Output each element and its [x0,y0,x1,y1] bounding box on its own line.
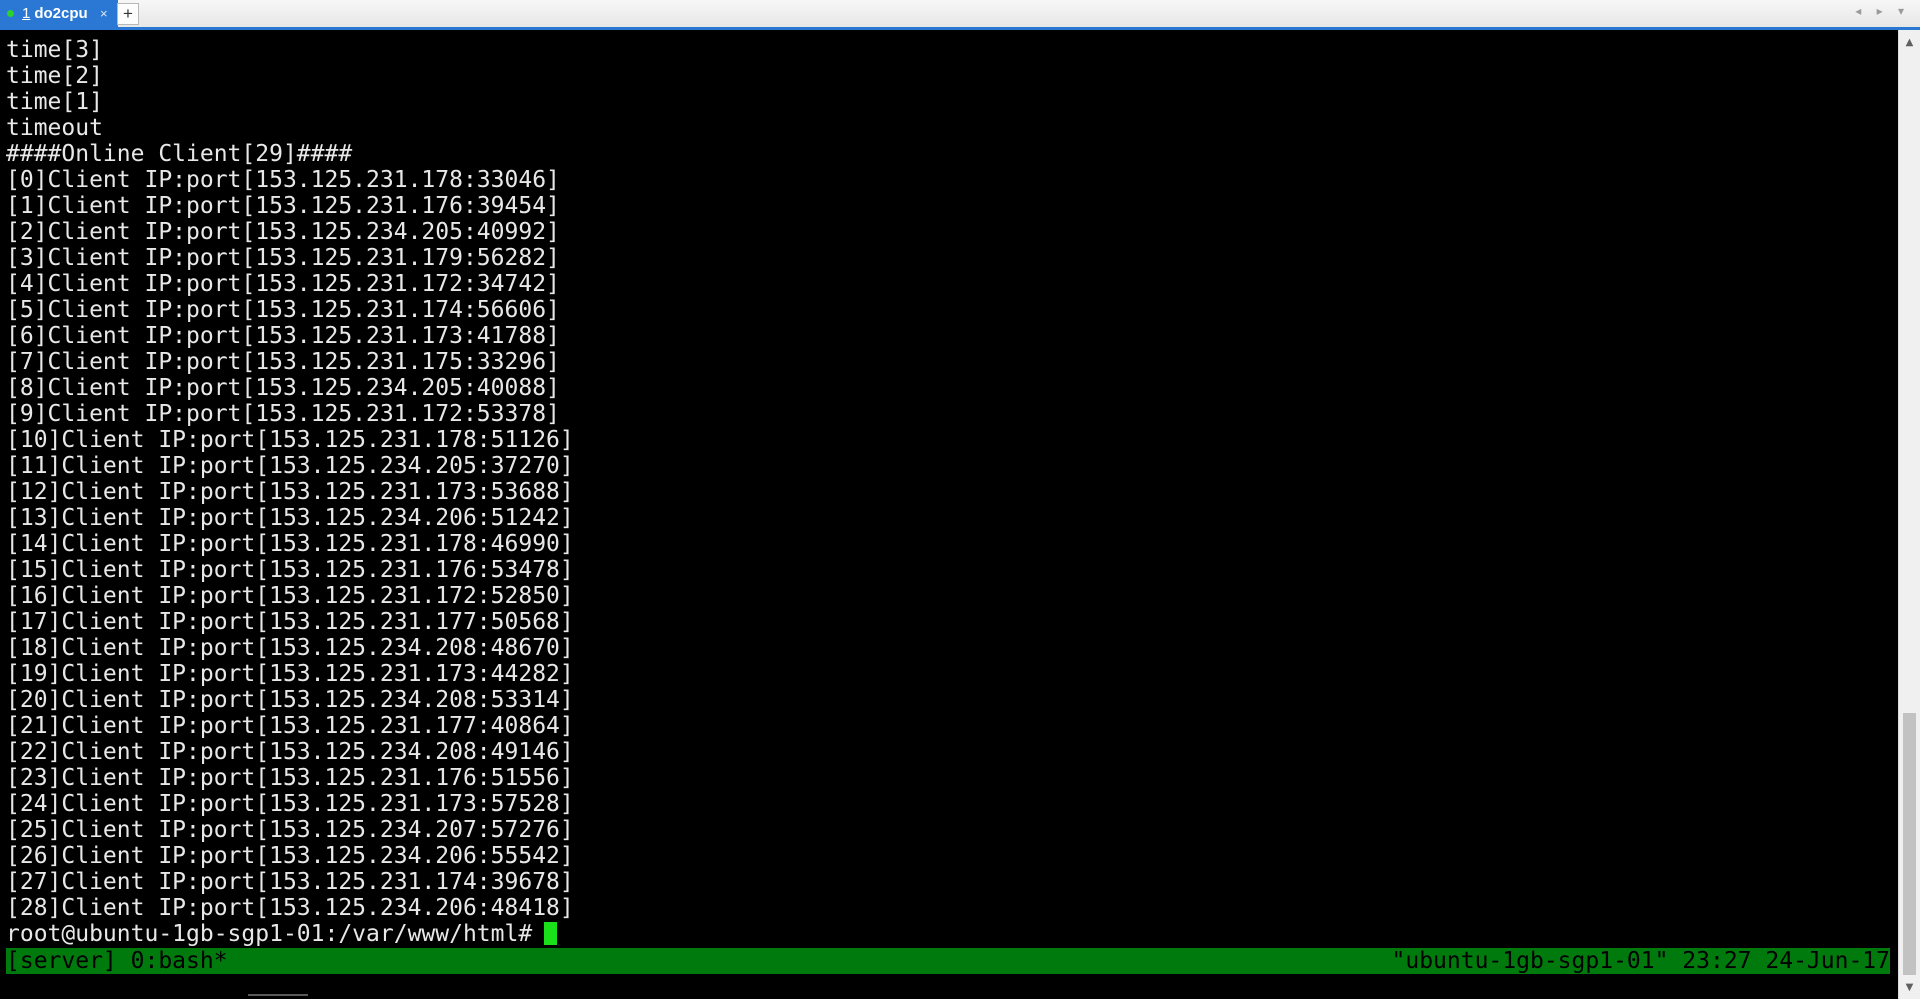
terminal-line: time[3] [6,37,103,63]
terminal-line: [17]Client IP:port[153.125.231.177:50568… [6,609,574,635]
tab-nav-arrows-icon[interactable]: ◂ ▸ ▾ [1855,4,1910,18]
shell-prompt: root@ubuntu-1gb-sgp1-01:/var/www/html# [6,921,533,947]
tab-number: 1 [22,5,31,22]
terminal-line: [20]Client IP:port[153.125.234.208:53314… [6,687,574,713]
terminal-line: [23]Client IP:port[153.125.231.176:51556… [6,765,574,791]
terminal-line: [11]Client IP:port[153.125.234.205:37270… [6,453,574,479]
terminal-line: [5]Client IP:port[153.125.231.174:56606] [6,297,560,323]
tab-bar: 1 do2cpu × + ◂ ▸ ▾ [0,0,1920,30]
horizontal-scroll-indicator [248,994,308,996]
terminal-line: [24]Client IP:port[153.125.231.173:57528… [6,791,574,817]
terminal-line: [15]Client IP:port[153.125.231.176:53478… [6,557,574,583]
terminal-line: [16]Client IP:port[153.125.231.172:52850… [6,583,574,609]
terminal-line: [22]Client IP:port[153.125.234.208:49146… [6,739,574,765]
terminal-line: [14]Client IP:port[153.125.231.178:46990… [6,531,574,557]
scroll-up-icon[interactable]: ▲ [1899,34,1920,52]
tmux-status-bar: [server] 0:bash* "ubuntu-1gb-sgp1-01" 23… [6,948,1890,974]
terminal-line: time[2] [6,63,103,89]
terminal-line: [4]Client IP:port[153.125.231.172:34742] [6,271,560,297]
terminal-line: [1]Client IP:port[153.125.231.176:39454] [6,193,560,219]
terminal-line: timeout [6,115,103,141]
vertical-scrollbar[interactable]: ▲ ▼ [1898,30,1920,999]
status-host-time: "ubuntu-1gb-sgp1-01" 23:27 24-Jun-17 [1391,948,1891,974]
scrollbar-thumb[interactable] [1903,713,1916,975]
terminal-line: [3]Client IP:port[153.125.231.179:56282] [6,245,560,271]
terminal-line: [2]Client IP:port[153.125.234.205:40992] [6,219,560,245]
terminal-line: [19]Client IP:port[153.125.231.173:44282… [6,661,574,687]
terminal-line: [8]Client IP:port[153.125.234.205:40088] [6,375,560,401]
tab-label: 1 do2cpu [22,0,88,27]
status-session-window: [server] 0:bash* [6,948,228,974]
terminal-line: [0]Client IP:port[153.125.231.178:33046] [6,167,560,193]
text-cursor [544,922,558,945]
close-tab-icon[interactable]: × [100,0,108,27]
tab-do2cpu[interactable]: 1 do2cpu × [0,0,118,27]
terminal-line: ####Online Client[29]#### [6,141,353,167]
terminal-line: [9]Client IP:port[153.125.231.172:53378] [6,401,560,427]
terminal-line: [27]Client IP:port[153.125.231.174:39678… [6,869,574,895]
terminal-line: [28]Client IP:port[153.125.234.206:48418… [6,895,574,921]
terminal-line: [26]Client IP:port[153.125.234.206:55542… [6,843,574,869]
tab-title: do2cpu [34,5,88,22]
terminal-line: [18]Client IP:port[153.125.234.208:48670… [6,635,574,661]
terminal-line: [10]Client IP:port[153.125.231.178:51126… [6,427,574,453]
session-status-icon [7,10,14,17]
terminal-line: [21]Client IP:port[153.125.231.177:40864… [6,713,574,739]
terminal-line: [25]Client IP:port[153.125.234.207:57276… [6,817,574,843]
shell-prompt-line[interactable]: root@ubuntu-1gb-sgp1-01:/var/www/html# [6,921,558,947]
terminal-line: [6]Client IP:port[153.125.231.173:41788] [6,323,560,349]
new-tab-button[interactable]: + [117,3,139,25]
terminal-line: time[1] [6,89,103,115]
terminal-line: [7]Client IP:port[153.125.231.175:33296] [6,349,560,375]
terminal-line: [13]Client IP:port[153.125.234.206:51242… [6,505,574,531]
terminal-output[interactable]: time[3] time[2] time[1] timeout ####Online C… [0,30,1898,969]
scroll-down-icon[interactable]: ▼ [1899,979,1920,997]
terminal-line: [12]Client IP:port[153.125.231.173:53688… [6,479,574,505]
